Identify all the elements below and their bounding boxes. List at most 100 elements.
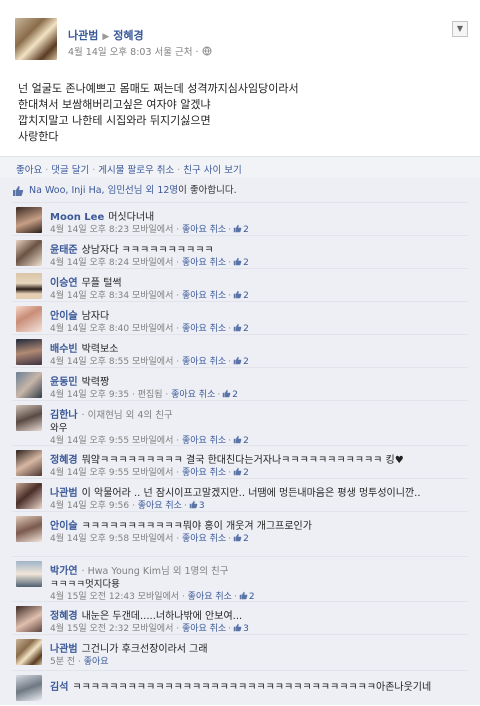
like-count-value: 3: [198, 501, 205, 511]
post-options-button[interactable]: ▼: [452, 21, 468, 37]
commenter-avatar[interactable]: [16, 675, 42, 701]
comment-like-count[interactable]: 3: [233, 623, 249, 634]
arrow-icon: ▶: [102, 32, 110, 42]
comment-item: 윤동민 박력짱 4월 14일 오후 9:35 · 편집됨 · 좋아요 취소 · 2: [12, 367, 468, 400]
like-count-value: 2: [243, 258, 249, 268]
comment-item: 김석 ㅋㅋㅋㅋㅋㅋㅋㅋㅋㅋㅋㅋㅋㅋㅋㅋㅋㅋㅋㅋㅋㅋㅋㅋㅋㅋㅋㅋㅋㅋㅋㅋㅋ아존나웃기…: [12, 670, 468, 706]
comment-like-count[interactable]: 2: [233, 467, 249, 478]
commenter-avatar[interactable]: [16, 240, 42, 266]
post-action-bar: 좋아요 · 댓글 달기 · 게시물 팔로우 취소 · 친구 사이 보기: [0, 156, 480, 179]
comment-timestamp[interactable]: 4월 14일 오후 8:24 모바일에서 ·: [50, 258, 182, 268]
like-count-value: 2: [243, 291, 249, 301]
unlike-link[interactable]: 좋아요 취소: [182, 534, 226, 544]
author-avatar[interactable]: [15, 18, 57, 60]
comment-like-count[interactable]: 2: [233, 257, 249, 268]
mutual-friends[interactable]: · 이재현님 외 4의 친구: [82, 410, 173, 421]
like-count-value: 3: [243, 624, 249, 634]
thumbs-up-icon: [233, 323, 242, 332]
commenter-avatar[interactable]: [16, 405, 42, 431]
thumbs-up-icon: [223, 389, 231, 398]
like-count-value: 2: [243, 225, 249, 235]
comment-like-count[interactable]: 3: [189, 500, 205, 511]
comment-timestamp[interactable]: 4월 14일 오후 8:23 모바일에서 ·: [50, 225, 182, 235]
unlike-link[interactable]: 좋아요 취소: [182, 291, 226, 301]
comment-meta: 4월 14일 오후 8:24 모바일에서 · 좋아요 취소 · 2: [50, 257, 249, 268]
see-friendship-action[interactable]: 친구 사이 보기: [183, 165, 241, 176]
thumbs-up-icon: [233, 435, 242, 444]
commenter-avatar[interactable]: [16, 372, 42, 398]
commenter-avatar[interactable]: [16, 606, 42, 632]
comment-item: 정혜경 뭐얔ㅋㅋㅋㅋㅋㅋㅋㅋㅋ 결국 한대친다는거자나ㅋㅋㅋㅋㅋㅋㅋㅋㅋㅋㅋ 킹♥…: [12, 445, 468, 478]
comment-item: 이승연 무플 털썩 4월 14일 오후 8:34 모바일에서 · 좋아요 취소 · 2: [12, 268, 468, 301]
commenter-avatar[interactable]: [16, 561, 42, 587]
comment-like-count[interactable]: 2: [233, 533, 249, 544]
comment-like-count[interactable]: 2: [222, 389, 238, 400]
like-count-value: 2: [243, 324, 249, 334]
commenter-avatar[interactable]: [16, 639, 42, 665]
like-action[interactable]: 좋아요: [16, 165, 42, 176]
commenter-avatar[interactable]: [16, 273, 42, 299]
comment-item: 나관범 그건니가 후크선장이라서 그래 5분 전 · 좋아요: [12, 634, 468, 667]
comment-like-count[interactable]: 2: [233, 323, 249, 334]
unlike-link[interactable]: 좋아요 취소: [182, 468, 226, 478]
like-count-value: 2: [243, 357, 249, 367]
unlike-link[interactable]: 좋아요 취소: [182, 357, 226, 367]
chevron-down-icon: ▼: [456, 24, 464, 33]
unlike-link[interactable]: 좋아요 취소: [171, 390, 215, 400]
post-text-line: 넌 얼굴도 존나예쁘고 몸매도 쩌는데 성격까지심사임당이라서: [18, 82, 299, 95]
commenter-name[interactable]: 김석: [50, 682, 68, 693]
post-meta: 4월 14일 오후 8:03 서울 근처 ·: [68, 44, 212, 58]
commenter-avatar[interactable]: [16, 483, 42, 509]
commenter-avatar[interactable]: [16, 306, 42, 332]
comment-timestamp[interactable]: 4월 14일 오후 8:40 모바일에서 ·: [50, 324, 182, 334]
post-text-line: 깝치지말고 나한테 시집와라 뒤지기싫으면: [18, 114, 211, 127]
comment-meta: 5분 전 · 좋아요: [50, 654, 109, 667]
unlike-link[interactable]: 좋아요 취소: [182, 324, 226, 334]
comment-timestamp[interactable]: 4월 14일 오후 8:34 모바일에서 ·: [50, 291, 182, 301]
thumbs-up-icon: [189, 500, 198, 509]
comment-like-count[interactable]: 2: [233, 356, 249, 367]
likers-link[interactable]: Na Woo, Inji Ha, 임민선님 외 12명: [29, 185, 178, 196]
author-name-link[interactable]: 나관범: [68, 29, 98, 42]
comment-like-count[interactable]: 2: [233, 290, 249, 301]
like-link[interactable]: 좋아요: [84, 657, 109, 667]
commenter-avatar[interactable]: [16, 450, 42, 476]
like-count-value: 2: [232, 390, 238, 400]
unfollow-post-action[interactable]: 게시물 팔로우 취소: [98, 165, 174, 176]
like-count-value: 2: [243, 468, 249, 478]
unlike-link[interactable]: 좋아요 취소: [182, 624, 226, 634]
commenter-avatar[interactable]: [16, 339, 42, 365]
comment-meta: 4월 14일 오후 8:40 모바일에서 · 좋아요 취소 · 2: [50, 323, 249, 334]
commenter-avatar[interactable]: [16, 207, 42, 233]
comment-item: Moon Lee 머싯다너내 4월 14일 오후 8:23 모바일에서 · 좋아요…: [12, 202, 468, 235]
unlike-link[interactable]: 좋아요 취소: [182, 225, 226, 235]
comment-timestamp[interactable]: 4월 15일 오전 2:32 모바일에서 ·: [50, 624, 182, 634]
globe-icon: [202, 46, 212, 56]
unlike-link[interactable]: 좋아요 취소: [138, 501, 182, 511]
comment-meta: 4월 14일 오후 8:34 모바일에서 · 좋아요 취소 · 2: [50, 290, 249, 301]
comment-timestamp[interactable]: 4월 14일 오후 9:58 모바일에서 ·: [50, 534, 182, 544]
comment-timestamp[interactable]: 4월 14일 오후 8:55 모바일에서 ·: [50, 357, 182, 367]
comment-item: 박가연 · Hwa Young Kim님 외 1명의 친구 ㅋㅋㅋㅋ멋지다용 4월…: [12, 556, 468, 602]
comment-action[interactable]: 댓글 달기: [51, 165, 89, 176]
thumbs-up-icon: [233, 467, 242, 476]
unlike-link[interactable]: 좋아요 취소: [182, 258, 226, 268]
author-line: 나관범 ▶ 정혜경: [68, 27, 144, 43]
thumbs-up-icon: [233, 290, 242, 299]
thumbs-up-icon: [13, 185, 24, 196]
comment-like-count[interactable]: 2: [233, 224, 249, 235]
post-timestamp[interactable]: 4월 14일 오후 8:03 서울 근처 ·: [68, 47, 202, 58]
thumbs-up-icon: [233, 533, 242, 542]
comment-meta: 4월 14일 오후 9:56 · 좋아요 취소 · 3: [50, 500, 205, 511]
thumbs-up-icon: [233, 224, 242, 233]
post-header: 나관범 ▶ 정혜경 4월 14일 오후 8:03 서울 근처 · ▼: [0, 0, 480, 70]
comment-timestamp[interactable]: 4월 14일 오후 9:56 ·: [50, 501, 138, 511]
comment-item: 안이슬 ㅋㅋㅋㅋㅋㅋㅋㅋㅋㅋㅋ뭐야 홍이 개웃겨 개그프로인가 4월 14일 오후…: [12, 511, 468, 544]
target-name-link[interactable]: 정혜경: [113, 29, 143, 42]
comment-timestamp[interactable]: 4월 14일 오후 9:35 · 편집됨 ·: [50, 390, 171, 400]
commenter-avatar[interactable]: [16, 516, 42, 542]
comment-timestamp[interactable]: 5분 전 ·: [50, 657, 84, 667]
comment-meta: 4월 14일 오후 9:58 모바일에서 · 좋아요 취소 · 2: [50, 533, 249, 544]
comment-timestamp[interactable]: 4월 14일 오후 9:55 모바일에서 ·: [50, 468, 182, 478]
comment-item: 윤태준 상남자다 ㅋㅋㅋㅋㅋㅋㅋㅋㅋㅋ 4월 14일 오후 8:24 모바일에서 …: [12, 235, 468, 268]
